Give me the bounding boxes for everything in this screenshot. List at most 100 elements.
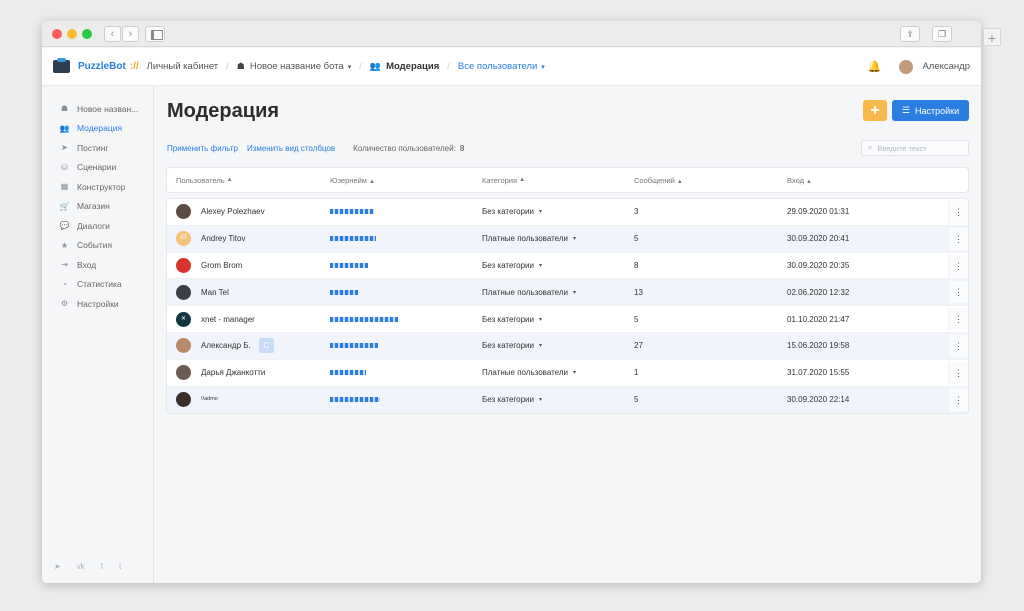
user-name[interactable]: Grom Brom <box>201 261 242 270</box>
table-row[interactable]: ✕ xnet - manager Без категории ▾ 5 01.10.2020… <box>167 306 968 333</box>
row-menu-icon[interactable]: ⋮ <box>948 281 968 304</box>
apply-filter-link[interactable]: Применить фильтр <box>167 144 238 153</box>
new-tab-button[interactable]: + <box>983 28 1001 46</box>
row-menu-icon[interactable]: ⋮ <box>948 361 968 384</box>
sidebar-item-label: Статистика <box>77 279 122 290</box>
row-menu-icon[interactable]: ⋮ <box>948 254 968 277</box>
avatar[interactable] <box>899 59 914 74</box>
column-header[interactable]: Категория ▲ <box>482 176 634 185</box>
category-cell[interactable]: Платные пользователи ▾ <box>482 288 634 297</box>
sidebar-item[interactable]: ⚙ Настройки <box>42 294 153 314</box>
chevron-down-icon[interactable]: ▾ <box>348 63 352 71</box>
user-name[interactable]: xnet - manager <box>201 315 255 324</box>
category-cell[interactable]: Без категории ▾ <box>482 395 634 404</box>
user-name[interactable]: Andrey Titov <box>201 234 245 243</box>
user-name[interactable]: Man Tel <box>201 288 229 297</box>
username-redacted[interactable] <box>330 262 368 268</box>
breadcrumb-cabinet[interactable]: Личный кабинет <box>147 61 218 72</box>
user-name[interactable]: ⁰ᵃᵈᵐᵒ <box>201 395 218 404</box>
sidebar-item[interactable]: ⇥ Вход <box>42 255 153 275</box>
breadcrumb-moderation[interactable]: Модерация <box>386 61 439 72</box>
search-placeholder: Введите текст <box>877 143 927 153</box>
user-name[interactable]: Alexey Polezhaev <box>201 207 265 216</box>
sidebar-item[interactable]: ★ События <box>42 236 153 256</box>
sidebar-item[interactable]: ☗ Новое назван... <box>42 99 153 119</box>
row-menu-icon[interactable]: ⋮ <box>948 388 968 411</box>
sort-icon[interactable]: ▲ <box>519 177 525 183</box>
username-redacted[interactable] <box>330 236 376 242</box>
main-content: Модерация + ☰ Настройки Применить фильтр… <box>154 86 981 583</box>
table-row[interactable]: AT Andrey Titov Платные пользователи ▾ 5 30.0… <box>167 225 968 253</box>
sidebar-item-icon: ⚙ <box>60 299 69 309</box>
add-button[interactable]: + <box>863 100 887 121</box>
category-cell[interactable]: Без категории ▾ <box>482 341 634 350</box>
telegram-icon[interactable]: ➤ <box>54 562 61 571</box>
settings-button[interactable]: ☰ Настройки <box>892 100 969 121</box>
row-menu-icon[interactable]: ⋮ <box>948 334 968 357</box>
breadcrumb-bot[interactable]: Новое название бота <box>250 61 344 72</box>
sidebar-item[interactable]: ◔ Статистика <box>42 275 153 295</box>
breadcrumb-user-filter[interactable]: Все пользователи <box>458 61 537 72</box>
username-cell <box>330 261 482 270</box>
back-button[interactable]: ‹ <box>104 26 121 42</box>
change-columns-link[interactable]: Изменить вид столбцов <box>247 144 335 153</box>
sidebar-item[interactable]: ➤ Постинг <box>42 138 153 158</box>
sidebar-item[interactable]: ⛁ Сценарии <box>42 158 153 178</box>
username-redacted[interactable] <box>330 209 374 215</box>
vk-icon[interactable]: vk <box>77 562 85 571</box>
search-input[interactable]: ⌕ Введите текст <box>861 140 969 156</box>
minimize-window-button[interactable] <box>67 29 77 39</box>
share-icon[interactable]: ⇪ <box>900 26 920 42</box>
twitter-icon[interactable]: t <box>119 562 121 571</box>
table-row[interactable]: Man Tel Платные пользователи ▾ 13 02.06.2020… <box>167 279 968 307</box>
category-cell[interactable]: Платные пользователи ▾ <box>482 368 634 377</box>
sidebar-item-icon: ☗ <box>60 104 69 114</box>
table-row[interactable]: Дарья Джанкотти Платные пользователи ▾ 1 31.… <box>167 360 968 387</box>
category-cell[interactable]: Без категории ▾ <box>482 207 634 216</box>
username-redacted[interactable] <box>330 316 398 322</box>
sidebar-item[interactable]: 🛒 Магазин <box>42 197 153 217</box>
chevron-down-icon: ▾ <box>538 262 542 269</box>
sort-icon[interactable]: ▲ <box>677 179 683 185</box>
maximize-window-button[interactable] <box>82 29 92 39</box>
sort-icon[interactable]: ▲ <box>369 179 375 185</box>
sidebar-toggle-icon[interactable] <box>145 26 165 42</box>
sidebar-item-label: Диалоги <box>77 220 110 231</box>
user-name[interactable]: Дарья Джанкотти <box>201 368 265 377</box>
sort-icon[interactable]: ▲ <box>227 177 233 183</box>
category-cell[interactable]: Без категории ▾ <box>482 261 634 270</box>
username-redacted[interactable] <box>330 289 358 295</box>
page-title: Модерация <box>167 100 280 122</box>
facebook-icon[interactable]: f <box>101 562 103 571</box>
row-menu-icon[interactable]: ⋮ <box>948 227 968 250</box>
username-redacted[interactable] <box>330 370 366 376</box>
column-header[interactable]: Пользователь ▲ <box>167 176 330 185</box>
username-redacted[interactable] <box>330 397 380 403</box>
logo[interactable]: PuzzleBot :// <box>53 57 139 76</box>
column-header[interactable]: Сообщений ▲ <box>634 176 787 185</box>
tabs-overview-icon[interactable]: ❐ <box>932 26 952 42</box>
avatar <box>176 365 191 381</box>
sidebar-item[interactable]: ▦ Конструктор <box>42 177 153 197</box>
row-menu-icon[interactable]: ⋮ <box>948 201 968 223</box>
username-redacted[interactable] <box>330 343 378 349</box>
sidebar-item[interactable]: 👥 Модерация <box>42 119 153 139</box>
category-cell[interactable]: Без категории ▾ <box>482 315 634 324</box>
chevron-down-icon[interactable]: ▾ <box>541 63 545 71</box>
table-row[interactable]: Александр Б. C Без категории ▾ 27 15.06.2020 … <box>167 332 968 360</box>
table-row[interactable]: ⁰ᵃᵈᵐᵒ Без категории ▾ 5 30.09.2020 22:14 ⋮ <box>167 386 968 414</box>
username[interactable]: Александр <box>922 61 970 72</box>
table-row[interactable]: Alexey Polezhaev Без категории ▾ 3 29.09.202… <box>167 199 968 226</box>
column-header[interactable]: Юзернейм ▲ <box>330 176 482 185</box>
close-window-button[interactable] <box>52 29 62 39</box>
sidebar-item[interactable]: 💬 Диалоги <box>42 216 153 236</box>
table-row[interactable]: Grom Brom Без категории ▾ 8 30.09.2020 20:35… <box>167 253 968 280</box>
row-menu-icon[interactable]: ⋮ <box>948 308 968 331</box>
last-login: 15.06.2020 19:58 <box>787 341 850 351</box>
column-header[interactable]: Вход ▲ <box>787 176 937 185</box>
sort-icon[interactable]: ▲ <box>806 179 812 185</box>
category-cell[interactable]: Платные пользователи ▾ <box>482 234 634 243</box>
forward-button[interactable]: › <box>122 26 139 42</box>
user-name[interactable]: Александр Б. <box>201 341 251 350</box>
notifications-bell-icon[interactable]: 🔔 <box>867 61 881 73</box>
